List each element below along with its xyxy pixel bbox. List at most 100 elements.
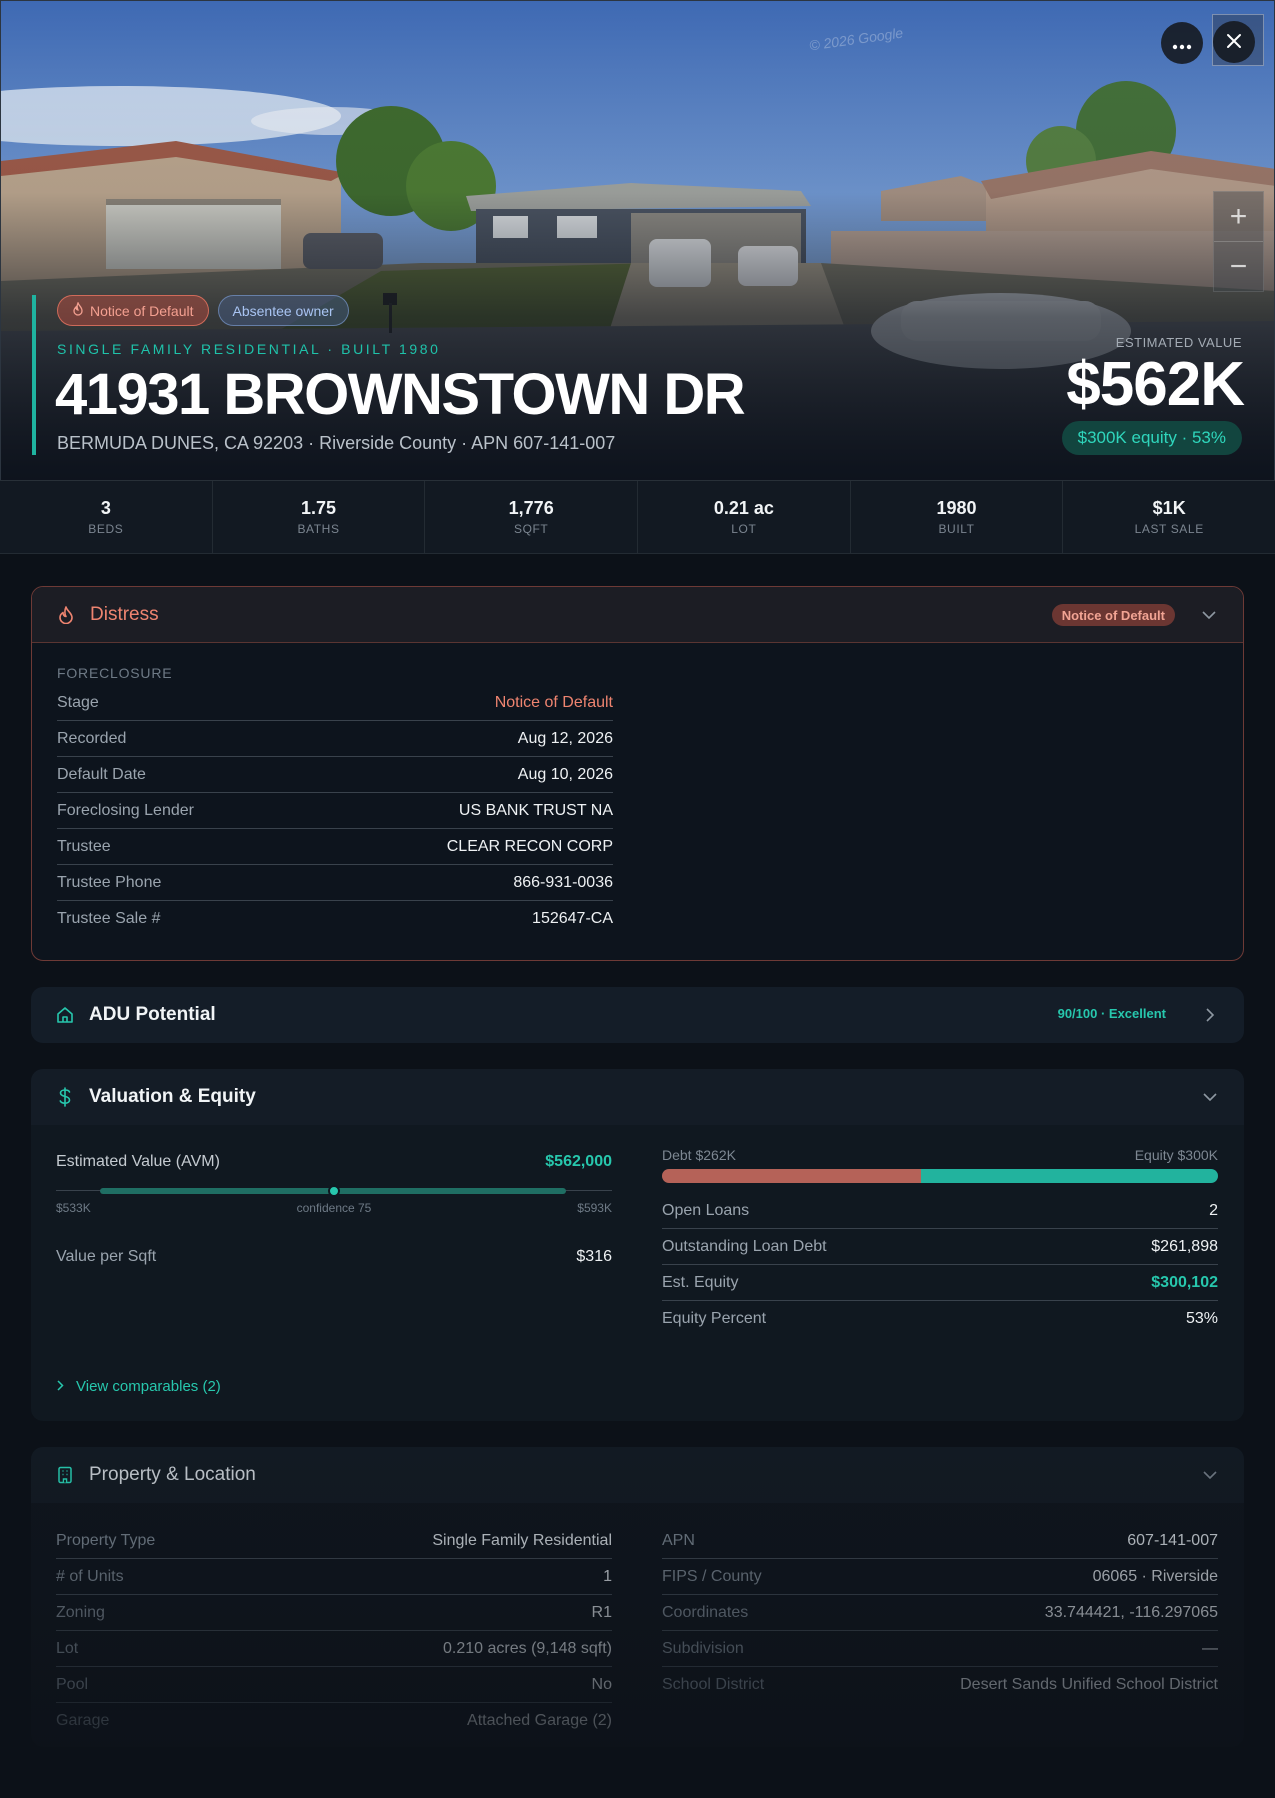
stat-value: $1K: [1152, 498, 1186, 518]
chevron-down-icon[interactable]: [1200, 1087, 1220, 1107]
kv-key: Trustee: [57, 837, 111, 855]
hero-accent-bar: [32, 295, 36, 455]
kv-value: $261,898: [1151, 1237, 1218, 1255]
chevron-right-icon[interactable]: [1200, 1005, 1220, 1025]
chevron-right-icon: [57, 1378, 64, 1395]
kv-key: Property Type: [56, 1531, 156, 1549]
property-subaddress: BERMUDA DUNES, CA 92203 · Riverside Coun…: [57, 433, 616, 453]
stat-lot: 0.21 ac LOT: [638, 481, 851, 553]
view-comparables-link[interactable]: View comparables (2): [57, 1378, 221, 1395]
range-low: $533K: [56, 1201, 91, 1215]
distress-title: Distress: [90, 603, 159, 625]
close-button[interactable]: [1213, 21, 1255, 63]
property-address: 41931 BROWNSTOWN DR: [55, 362, 746, 427]
kv-value: R1: [591, 1603, 612, 1621]
avm-row: Estimated Value (AVM) $562,000: [56, 1149, 612, 1175]
chip-label: Absentee owner: [232, 302, 334, 319]
street-view-hero[interactable]: © 2026 Google + − Notice of Default Abse…: [0, 0, 1275, 480]
stat-value: 1.75: [300, 498, 337, 518]
property-header[interactable]: Property & Location: [31, 1447, 1244, 1503]
kv-value: 866-931-0036: [513, 873, 613, 891]
kv-row-foreclosing-lender: Foreclosing Lender US BANK TRUST NA: [57, 793, 613, 829]
street-view-zoom-control: + −: [1213, 191, 1264, 292]
kv-key: Stage: [57, 693, 99, 711]
zoom-out-button[interactable]: −: [1214, 242, 1263, 292]
chevron-down-icon[interactable]: [1199, 605, 1219, 625]
avm-estimate-marker: [328, 1185, 340, 1197]
zoom-in-button[interactable]: +: [1214, 192, 1263, 242]
kv-key: Zoning: [56, 1603, 105, 1621]
property-title: Property & Location: [89, 1464, 256, 1485]
foreclosure-section: FORECLOSURE Stage Notice of Default Recor…: [57, 665, 613, 937]
kv-key: Default Date: [57, 765, 146, 783]
stat-value: 1980: [936, 498, 977, 518]
stat-value: 3: [100, 498, 111, 518]
more-options-button[interactable]: [1161, 22, 1203, 64]
kv-key: Pool: [56, 1675, 89, 1693]
stat-value: 1,776: [508, 498, 554, 518]
kv-key: Value per Sqft: [56, 1248, 157, 1265]
chevron-down-icon[interactable]: [1200, 1465, 1220, 1485]
kv-row-trustee-phone: Trustee Phone 866-931-0036: [57, 865, 613, 901]
property-stats-bar: 3 BEDS 1.75 BATHS 1,776 SQFT 0.21 ac LOT…: [0, 480, 1275, 554]
debt-equity-labels: Debt $262K Equity $300K: [662, 1147, 1218, 1163]
adu-potential-card[interactable]: ADU Potential 90/100 · Excellent: [31, 987, 1244, 1043]
stat-label: BEDS: [88, 522, 124, 536]
equity-label: Equity $300K: [1134, 1147, 1218, 1163]
absentee-owner-chip[interactable]: Absentee owner: [217, 295, 349, 326]
kv-row-apn: APN 607-141-007: [662, 1523, 1218, 1559]
dollar-icon: [55, 1087, 75, 1107]
kv-row-subdivision: Subdivision —: [662, 1631, 1218, 1667]
kv-key: Equity Percent: [662, 1310, 767, 1327]
stat-baths: 1.75 BATHS: [213, 481, 426, 553]
valuation-equity-card: Valuation & Equity Estimated Value (AVM)…: [31, 1069, 1244, 1421]
building-icon: [55, 1465, 75, 1485]
kv-row-coordinates: Coordinates 33.744421, -116.297065: [662, 1595, 1218, 1631]
kv-value: Notice of Default: [494, 693, 613, 711]
avm-label: Estimated Value (AVM): [56, 1153, 220, 1170]
kv-row-property-type: Property Type Single Family Residential: [56, 1523, 612, 1559]
estimated-value-label: ESTIMATED VALUE: [1115, 335, 1242, 350]
stat-label: LAST SALE: [1134, 522, 1204, 536]
debt-equity-column: Debt $262K Equity $300K Open Loans 2 Outs…: [662, 1147, 1218, 1337]
ellipsis-icon: [1172, 30, 1192, 56]
property-right-column: APN 607-141-007 FIPS / County 06065 · Rive…: [662, 1523, 1218, 1703]
kv-row-zoning: Zoning R1: [56, 1595, 612, 1631]
valuation-header[interactable]: Valuation & Equity: [31, 1069, 1244, 1125]
kv-key: FIPS / County: [662, 1567, 762, 1585]
kv-row-default-date: Default Date Aug 10, 2026: [57, 757, 613, 793]
kv-key: Lot: [56, 1639, 79, 1657]
distress-status-badge: Notice of Default: [1051, 604, 1175, 626]
kv-value: $300,102: [1151, 1273, 1218, 1291]
kv-row-trustee-sale: Trustee Sale # 152647-CA: [57, 901, 613, 937]
kv-value: 0.210 acres (9,148 sqft): [443, 1639, 612, 1657]
debt-equity-bar: [662, 1169, 1218, 1183]
value-per-sqft-row: Value per Sqft $316: [56, 1239, 612, 1275]
avm-confidence-bar: [56, 1185, 612, 1197]
notice-of-default-chip[interactable]: Notice of Default: [57, 295, 209, 326]
adu-header[interactable]: ADU Potential 90/100 · Excellent: [31, 987, 1244, 1043]
property-type-eyebrow: SINGLE FAMILY RESIDENTIAL · BUILT 1980: [57, 341, 441, 357]
kv-row-outstanding-debt: Outstanding Loan Debt $261,898: [662, 1229, 1218, 1265]
foreclosure-section-label: FORECLOSURE: [57, 665, 173, 681]
kv-key: Trustee Sale #: [57, 910, 161, 927]
kv-key: Outstanding Loan Debt: [662, 1237, 827, 1255]
chip-label: Notice of Default: [90, 302, 194, 319]
kv-key: APN: [662, 1531, 695, 1549]
kv-row-stage: Stage Notice of Default: [57, 685, 613, 721]
stat-label: LOT: [731, 522, 757, 536]
stat-label: BUILT: [938, 522, 975, 536]
avm-column: Estimated Value (AVM) $562,000 $533K con…: [56, 1149, 612, 1275]
property-location-card: Property & Location Property Type Single …: [31, 1447, 1244, 1747]
adu-title: ADU Potential: [89, 1004, 216, 1025]
kv-row-open-loans: Open Loans 2: [662, 1193, 1218, 1229]
range-high: $593K: [577, 1201, 612, 1215]
kv-row-school-district: School District Desert Sands Unified Scho…: [662, 1667, 1218, 1703]
debt-segment: [662, 1169, 922, 1183]
kv-value: 607-141-007: [1127, 1531, 1218, 1549]
distress-header[interactable]: Distress Notice of Default: [32, 587, 1243, 643]
stat-sqft: 1,776 SQFT: [425, 481, 639, 553]
kv-value: Single Family Residential: [432, 1531, 612, 1549]
property-detail-page: © 2026 Google + − Notice of Default Abse…: [0, 0, 1275, 1798]
stat-label: BATHS: [297, 522, 340, 536]
